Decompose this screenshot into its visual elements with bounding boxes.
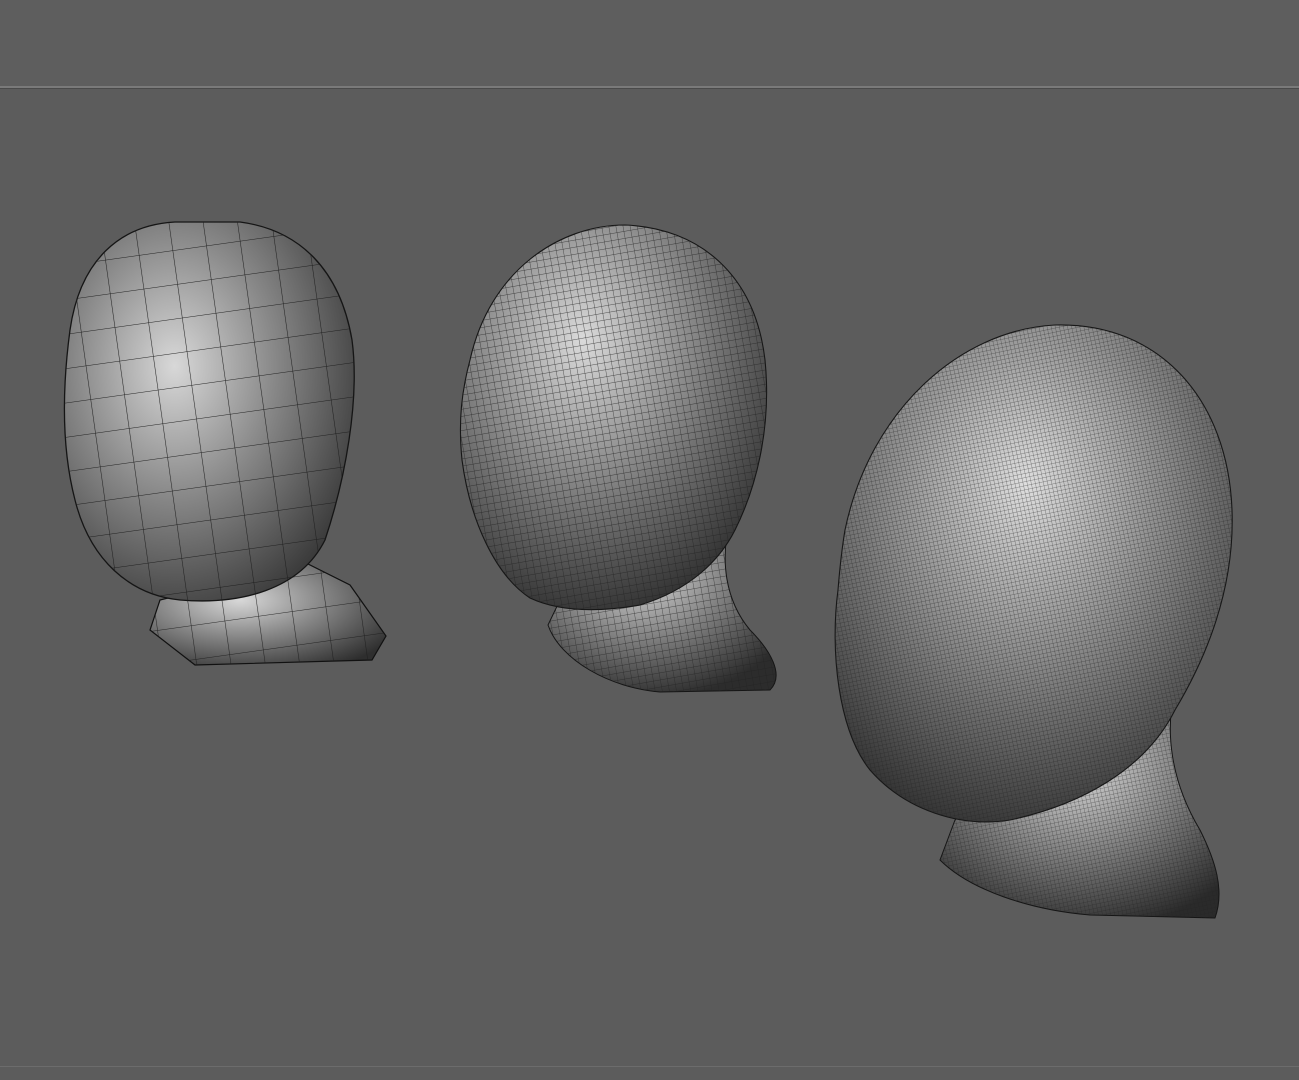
scene-canvas[interactable] [0,0,1299,1080]
head-high-poly-wireframe [835,324,1233,822]
head-model-high-poly[interactable] [834,324,1233,919]
head-low-poly-wireframe [64,222,355,601]
head-model-subdivided[interactable] [459,224,777,693]
head-model-low-poly[interactable] [63,221,387,666]
3d-viewport[interactable] [0,0,1299,1080]
